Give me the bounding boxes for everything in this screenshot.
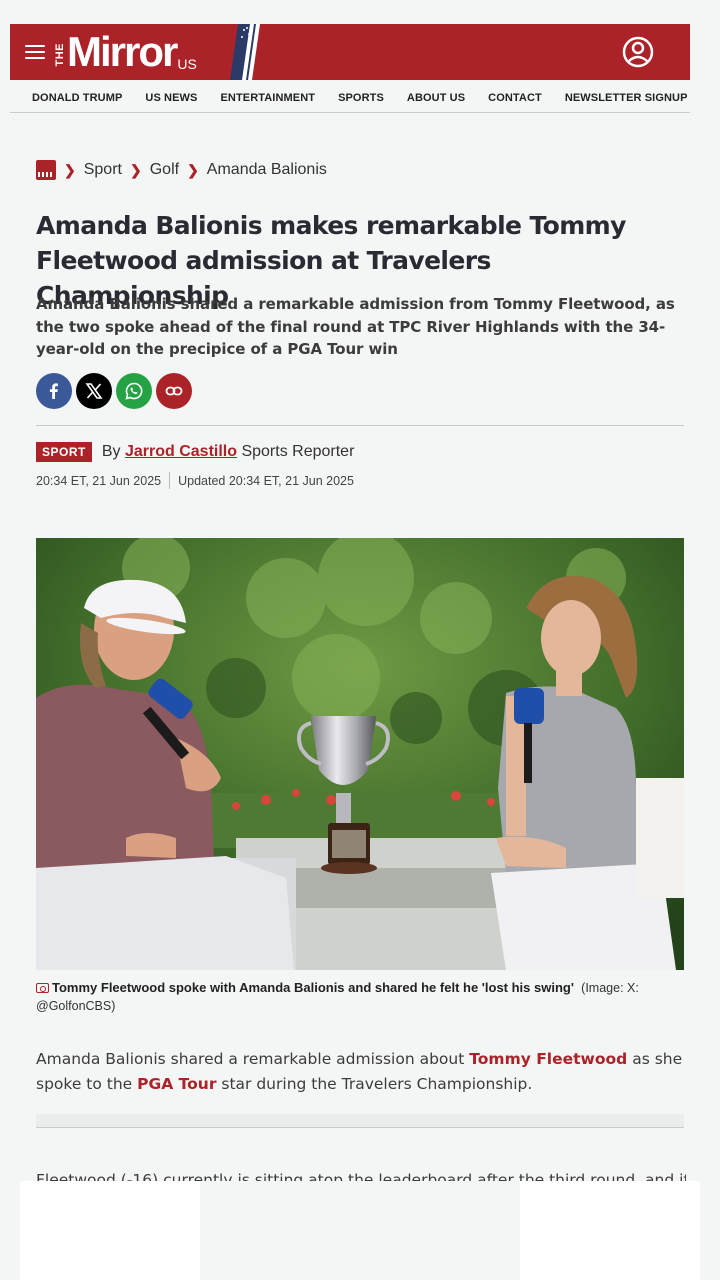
chevron-right-icon: ❯ — [129, 161, 142, 178]
article-paragraph: Amanda Balionis shared a remarkable admi… — [36, 1047, 686, 1097]
x-icon — [85, 383, 103, 399]
breadcrumb-amanda-balionis[interactable]: Amanda Balionis — [207, 161, 327, 179]
sticky-ad-overlay — [20, 1181, 700, 1280]
whatsapp-icon — [125, 382, 143, 400]
link-icon — [165, 386, 183, 396]
facebook-icon — [49, 383, 58, 399]
article-dates: 20:34 ET, 21 Jun 2025 Updated 20:34 ET, … — [36, 472, 354, 489]
facebook-share-button[interactable] — [36, 373, 72, 409]
updated-date: Updated 20:34 ET, 21 Jun 2025 — [178, 473, 354, 488]
share-bar — [36, 373, 192, 409]
menu-icon[interactable] — [25, 45, 45, 59]
us-flag-stripes-icon — [230, 24, 260, 80]
nav-contact[interactable]: CONTACT — [488, 92, 542, 104]
byline: SPORT By Jarrod Castillo Sports Reporter — [36, 442, 354, 462]
para-text: star during the Travelers Championship. — [216, 1075, 533, 1093]
logo-the: THE — [54, 43, 66, 67]
masthead: THE Mirror US — [10, 24, 690, 80]
interview-photo — [36, 538, 684, 970]
para-text: Amanda Balionis shared a remarkable admi… — [36, 1050, 470, 1068]
article-hero-image[interactable] — [36, 538, 684, 970]
divider — [36, 425, 684, 426]
nav-donald-trump[interactable]: DONALD TRUMP — [32, 92, 122, 104]
chevron-right-icon: ❯ — [187, 161, 199, 178]
author-role: Sports Reporter — [241, 443, 355, 460]
byline-text: By Jarrod Castillo Sports Reporter — [102, 443, 355, 461]
section-tag[interactable]: SPORT — [36, 442, 92, 462]
mirror-logo[interactable]: THE Mirror US — [54, 24, 197, 80]
ad-panel[interactable] — [20, 1181, 200, 1280]
account-icon[interactable] — [622, 36, 654, 68]
date-separator — [169, 472, 171, 489]
home-logo-icon[interactable] — [36, 160, 56, 180]
nav-about-us[interactable]: ABOUT US — [407, 92, 465, 104]
link-pga-tour[interactable]: PGA Tour — [137, 1075, 216, 1093]
caption-text: Tommy Fleetwood spoke with Amanda Balion… — [52, 980, 574, 995]
link-tommy-fleetwood[interactable]: Tommy Fleetwood — [469, 1050, 627, 1068]
top-nav: DONALD TRUMP US NEWS ENTERTAINMENT SPORT… — [10, 84, 690, 113]
published-date: 20:34 ET, 21 Jun 2025 — [36, 473, 162, 488]
chevron-right-icon: ❯ — [64, 161, 76, 178]
nav-newsletter-signup[interactable]: NEWSLETTER SIGNUP — [565, 92, 688, 104]
camera-icon — [36, 983, 49, 993]
nav-entertainment[interactable]: ENTERTAINMENT — [220, 92, 315, 104]
nav-sports[interactable]: SPORTS — [338, 92, 384, 104]
nav-us-news[interactable]: US NEWS — [145, 92, 197, 104]
image-caption: Tommy Fleetwood spoke with Amanda Balion… — [36, 979, 686, 1015]
logo-edition: US — [177, 56, 197, 72]
article-standfirst: Amanda Balionis shared a remarkable admi… — [36, 295, 675, 358]
whatsapp-share-button[interactable] — [116, 373, 152, 409]
author-link[interactable]: Jarrod Castillo — [125, 443, 237, 460]
x-share-button[interactable] — [76, 373, 112, 409]
byline-by: By — [101, 443, 121, 460]
breadcrumb-golf[interactable]: Golf — [150, 161, 179, 179]
ad-slot — [36, 1114, 684, 1128]
breadcrumb-sport[interactable]: Sport — [84, 161, 122, 179]
ad-panel[interactable] — [520, 1181, 700, 1280]
copy-link-button[interactable] — [156, 373, 192, 409]
breadcrumb: ❯ Sport ❯ Golf ❯ Amanda Balionis — [36, 160, 327, 180]
logo-word: Mirror — [67, 28, 178, 75]
